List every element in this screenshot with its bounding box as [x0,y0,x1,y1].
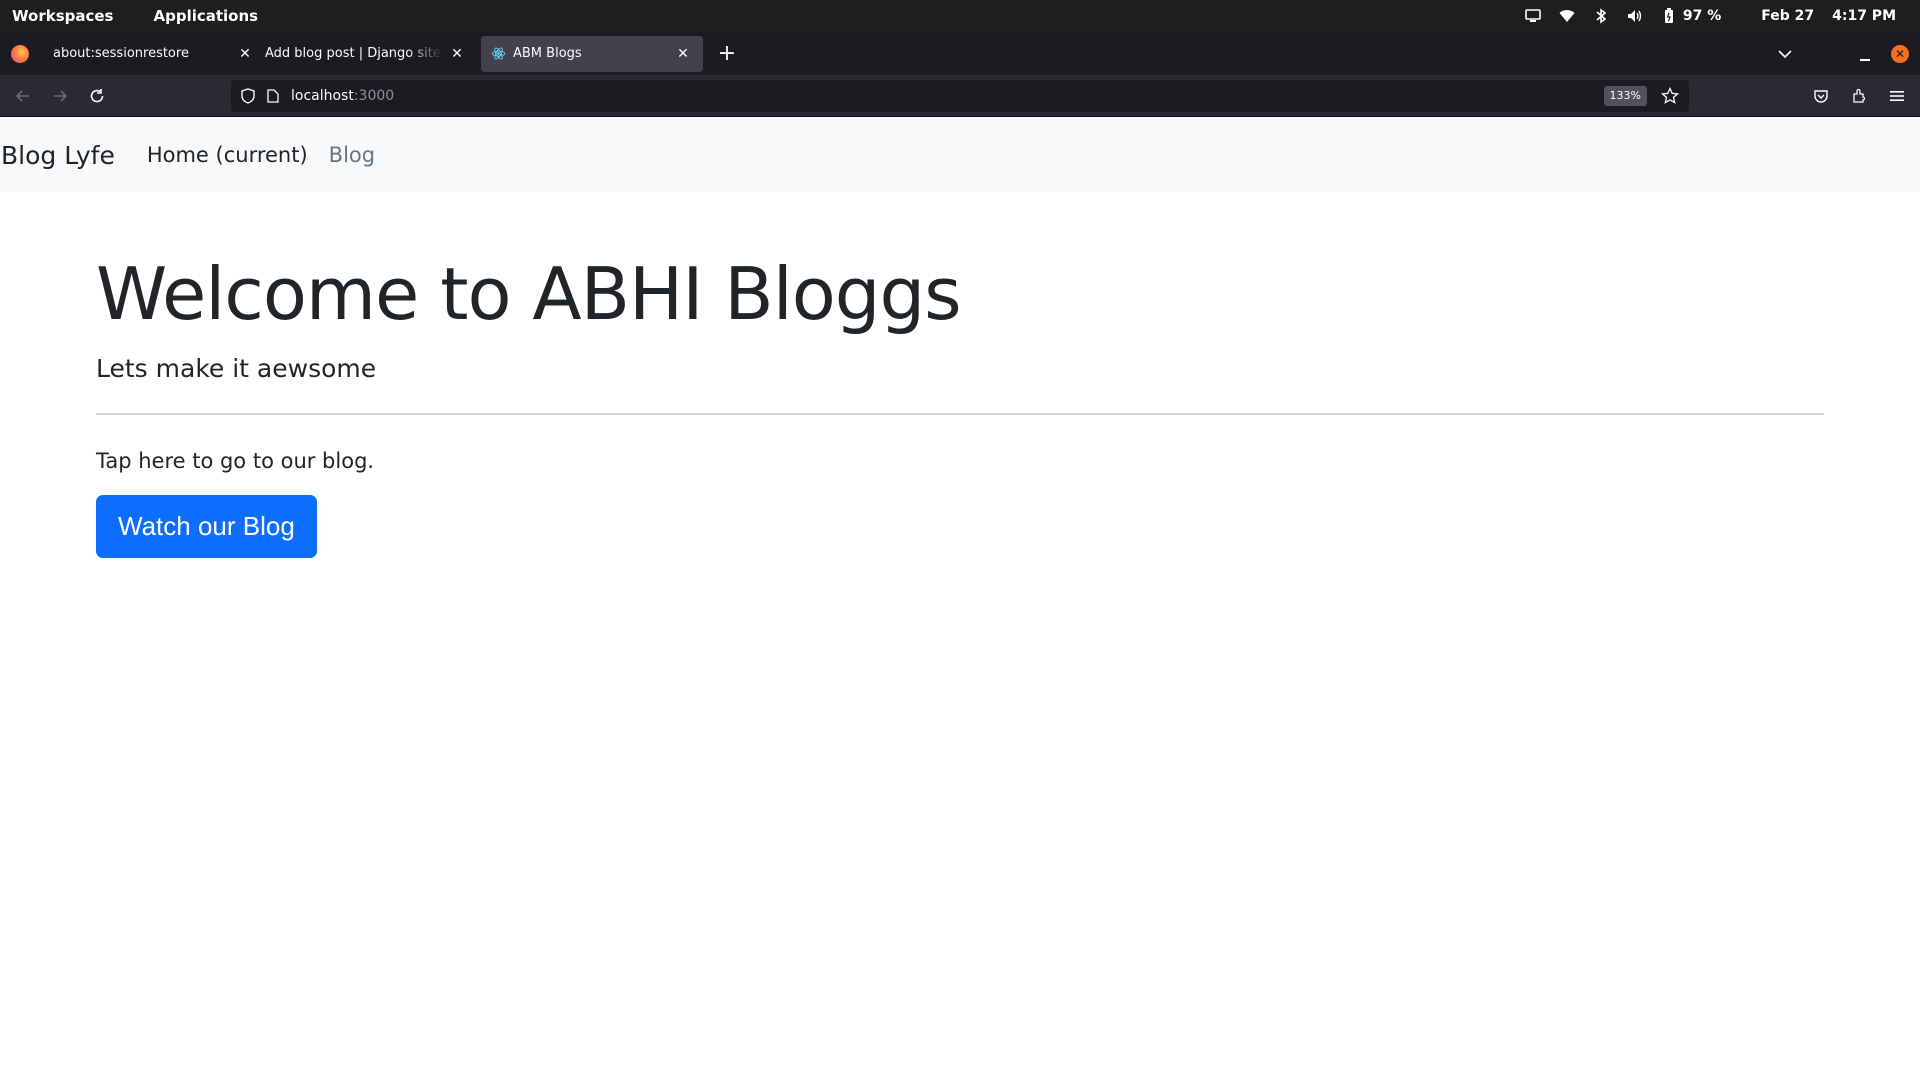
workspaces-menu[interactable]: Workspaces [12,7,113,25]
screen-share-icon[interactable] [1525,8,1541,24]
wifi-icon[interactable] [1559,8,1575,24]
close-tab-icon[interactable]: ✕ [675,46,691,62]
firefox-icon [11,44,29,63]
battery-percent: 97 % [1682,8,1722,24]
extensions-icon[interactable] [1850,82,1868,110]
volume-icon[interactable] [1627,8,1643,24]
hamburger-menu-icon[interactable] [1888,82,1906,110]
tab-label: ABM Blogs [513,46,582,61]
react-icon [491,46,506,61]
navbar-brand[interactable]: Blog Lyfe [1,141,115,170]
minimize-window-icon[interactable] [1857,46,1873,62]
shield-icon[interactable] [239,87,257,105]
page-info-icon[interactable] [265,88,281,104]
close-window-icon[interactable]: ✕ [1891,44,1909,63]
system-top-bar: Workspaces Applications 97 % Feb 27 4:17… [0,0,1920,32]
hero-section: Welcome to ABHI Bloggs Lets make it aews… [96,258,1824,558]
nav-link-blog[interactable]: Blog [329,143,375,167]
list-all-tabs-icon[interactable] [1775,44,1795,64]
toolbar-icons [1812,82,1906,110]
battery-icon [1661,8,1677,24]
browser-tab-strip: about:sessionrestore ✕ Add blog post | D… [0,32,1920,75]
browser-navigation-bar: localhost:3000 133% [0,75,1920,117]
new-tab-button[interactable]: + [713,40,741,68]
bookmark-star-icon[interactable] [1660,86,1680,105]
pocket-icon[interactable] [1812,82,1830,110]
watch-blog-button[interactable]: Watch our Blog [96,495,317,558]
time-label[interactable]: 4:17 PM [1832,8,1896,24]
battery-indicator[interactable]: 97 % [1661,8,1721,24]
tab-label: Add blog post | Django site admin [265,46,443,61]
close-tab-icon[interactable]: ✕ [449,46,465,62]
date-label[interactable]: Feb 27 [1761,8,1814,24]
system-tray: 97 % Feb 27 4:17 PM [1525,0,1896,32]
web-page: Blog Lyfe Home (current) Blog Welcome to… [0,118,1920,1080]
url-port: :3000 [353,88,395,104]
close-tab-icon[interactable]: ✕ [237,46,253,62]
tab-label: about:sessionrestore [53,46,189,61]
tab-django-admin[interactable]: Add blog post | Django site admin ✕ [255,36,477,72]
lead-text: Lets make it aewsome [96,354,377,383]
intro-paragraph: Tap here to go to our blog. [96,449,375,473]
divider [96,413,1824,415]
zoom-level-badge[interactable]: 133% [1603,86,1647,106]
applications-menu[interactable]: Applications [153,7,258,25]
url-text[interactable]: localhost:3000 [291,88,394,104]
tab-abm-blogs[interactable]: ABM Blogs ✕ [481,35,703,72]
site-navbar: Blog Lyfe Home (current) Blog [0,118,1920,192]
tab-session-restore[interactable]: about:sessionrestore ✕ [43,36,265,72]
nav-link-home[interactable]: Home (current) [147,143,308,167]
bluetooth-icon[interactable] [1593,8,1609,24]
back-icon[interactable] [9,82,37,110]
forward-icon[interactable] [46,82,74,110]
url-bar[interactable]: localhost:3000 133% [231,80,1689,112]
url-host: localhost [291,88,354,104]
page-title: Welcome to ABHI Bloggs [96,252,962,336]
reload-icon[interactable] [83,82,111,110]
window-controls: ✕ [1775,32,1920,75]
